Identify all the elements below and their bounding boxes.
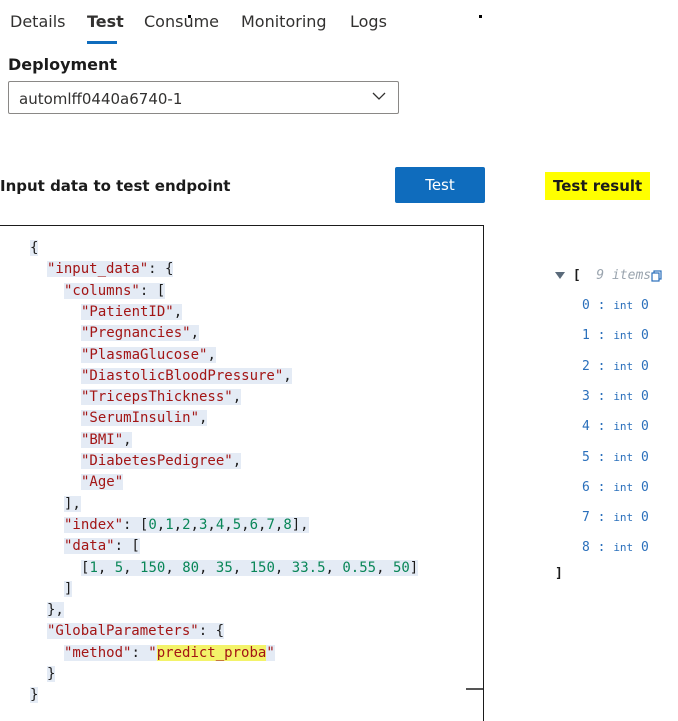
result-index: 1 <box>582 328 590 344</box>
code-line: "method": "predict_proba" <box>64 644 275 661</box>
code-line: "SerumInsulin", <box>81 410 208 427</box>
collapse-triangle-icon[interactable] <box>555 272 565 279</box>
code-line: "BMI", <box>81 431 132 448</box>
code-line: "index": [0,1,2,3,4,5,6,7,8], <box>64 516 309 533</box>
test-button[interactable]: Test <box>395 167 485 203</box>
result-row: 2 : int 0 <box>582 358 649 374</box>
cursor-dot <box>479 15 482 18</box>
result-value: 0 <box>641 388 649 404</box>
result-value: 0 <box>641 540 649 556</box>
result-value: 0 <box>641 298 649 313</box>
result-row: 4 : int 0 <box>582 419 649 435</box>
result-value: 0 <box>641 510 649 526</box>
code-line: ] <box>64 580 73 597</box>
tab-test[interactable]: Test <box>87 12 124 31</box>
code-line: ], <box>64 495 81 512</box>
test-result-heading: Test result <box>545 172 651 200</box>
open-bracket: [ <box>572 268 581 283</box>
close-bracket: ] <box>555 565 563 581</box>
active-tab-indicator <box>87 41 117 44</box>
result-value: 0 <box>641 449 649 465</box>
code-line: "TricepsThickness", <box>81 389 242 406</box>
result-index: 4 <box>582 419 590 435</box>
deployment-dropdown[interactable]: automlff0440a6740-1 <box>8 81 399 114</box>
result-row: 7 : int 0 <box>582 510 649 526</box>
result-type: int <box>613 359 634 373</box>
code-line: "DiabetesPedigree", <box>81 453 242 469</box>
code-line: "data": [ <box>64 538 140 555</box>
result-index: 3 <box>582 388 590 404</box>
result-value: 0 <box>641 479 649 495</box>
code-line: "PatientID", <box>81 303 183 320</box>
tab-monitoring[interactable]: Monitoring <box>241 12 327 31</box>
code-line: } <box>30 687 39 704</box>
code-line: [1, 5, 150, 80, 35, 150, 33.5, 0.55, 50] <box>81 559 419 576</box>
tab-bar: Details Test Consume Monitoring Logs <box>0 0 678 44</box>
result-row: 8 : int 0 <box>582 540 649 556</box>
code-line: "Pregnancies", <box>81 325 200 342</box>
code-line: "columns": [ <box>64 282 166 299</box>
code-line: "GlobalParameters": { <box>47 623 225 640</box>
result-type: int <box>613 450 634 464</box>
tab-consume[interactable]: Consume <box>144 12 219 31</box>
result-index: 7 <box>582 510 590 526</box>
result-value: 0 <box>641 358 649 374</box>
deployment-label: Deployment <box>8 55 118 74</box>
result-row: 1 : int 0 <box>582 328 649 344</box>
result-type: int <box>613 329 634 343</box>
result-type: int <box>613 389 634 403</box>
deployment-selected-value: automlff0440a6740-1 <box>19 90 183 108</box>
input-data-heading: Input data to test endpoint <box>0 177 231 195</box>
result-row: 3 : int 0 <box>582 388 649 404</box>
result-row: 5 : int 0 <box>582 449 649 465</box>
code-line: "DiastolicBloodPressure", <box>81 367 292 384</box>
code-line: "input_data": { <box>47 261 174 278</box>
result-value: 0 <box>641 419 649 435</box>
result-type: int <box>613 480 634 494</box>
result-type: int <box>613 511 634 525</box>
result-index: 5 <box>582 449 590 465</box>
code-line: { <box>30 240 39 256</box>
code-line: } <box>47 666 56 682</box>
result-index: 6 <box>582 479 590 495</box>
result-type: int <box>613 420 634 434</box>
result-index: 0 <box>582 298 590 313</box>
code-line: "PlasmaGlucose", <box>81 346 216 363</box>
result-array-header[interactable]: [ 9 items <box>555 268 663 283</box>
json-input-editor[interactable]: { "input_data": { "columns": [ "PatientID",… <box>0 225 484 721</box>
tab-details[interactable]: Details <box>10 12 65 31</box>
result-index: 8 <box>582 540 590 556</box>
result-value: 0 <box>641 328 649 344</box>
copy-icon[interactable] <box>651 269 663 282</box>
code-line: }, <box>47 602 64 619</box>
cursor-dot <box>188 15 191 18</box>
chevron-down-icon <box>372 92 386 100</box>
result-type: int <box>613 541 634 555</box>
result-row: 0 : int 0 <box>582 298 649 313</box>
result-row: 6 : int 0 <box>582 479 649 495</box>
result-type: int <box>613 299 634 312</box>
items-count: 9 items <box>588 268 652 283</box>
tab-logs[interactable]: Logs <box>350 12 387 31</box>
code-line: "Age" <box>81 474 124 491</box>
result-index: 2 <box>582 358 590 374</box>
editor-scrollbar[interactable] <box>466 688 483 690</box>
